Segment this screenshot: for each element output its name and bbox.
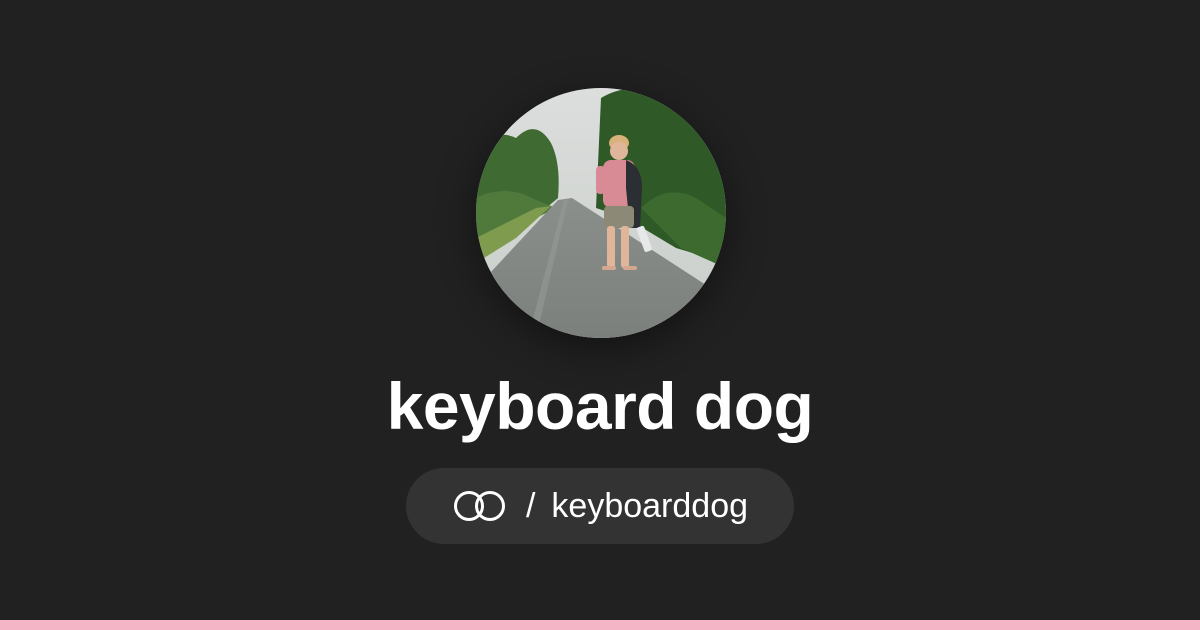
handle-separator: / bbox=[525, 486, 536, 525]
avatar-photo bbox=[476, 88, 726, 338]
interlocking-rings-logo-icon bbox=[453, 491, 505, 521]
accent-strip bbox=[0, 620, 1200, 630]
profile-handle: keyboarddog bbox=[551, 486, 749, 525]
profile-display-name: keyboard dog bbox=[386, 369, 814, 443]
profile-share-card: keyboard dog / keyboarddog bbox=[0, 0, 1200, 620]
profile-handle-link[interactable]: / keyboarddog bbox=[406, 468, 794, 544]
profile-avatar[interactable] bbox=[476, 88, 726, 338]
